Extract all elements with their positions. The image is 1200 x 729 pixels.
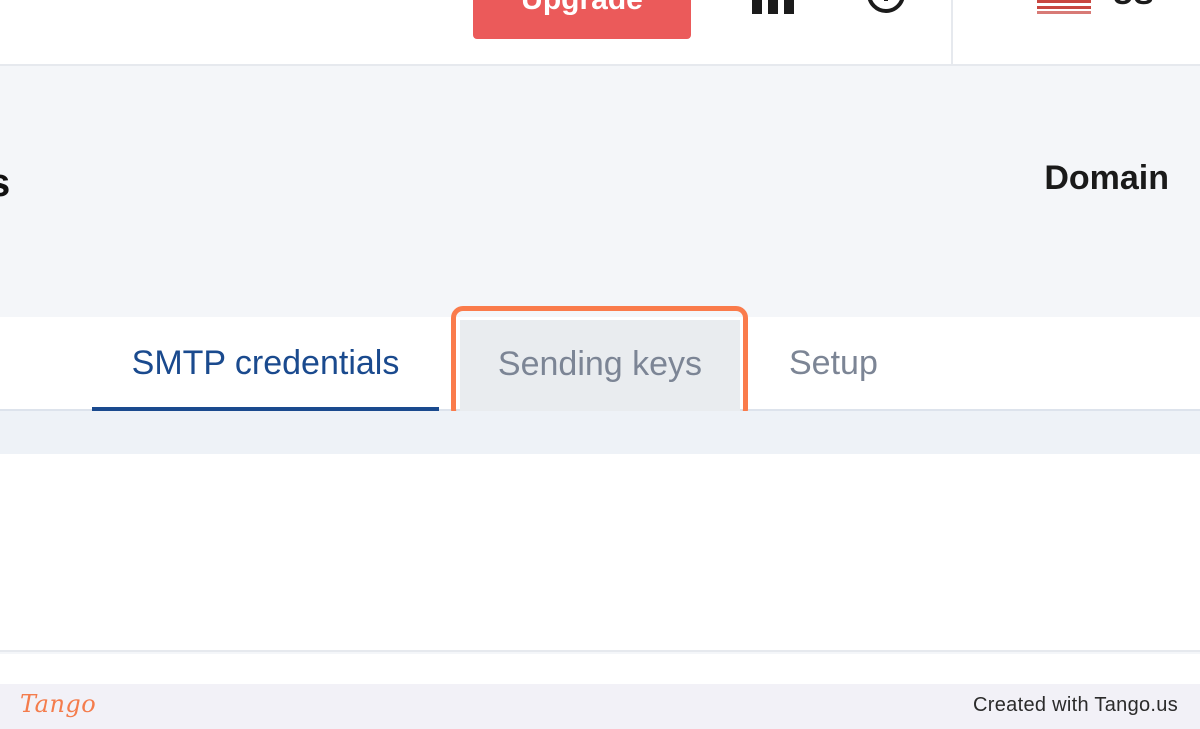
tab-smtp-credentials[interactable]: SMTP credentials — [92, 317, 439, 411]
tab-label: SMTP credentials — [131, 344, 400, 382]
tab-content-header — [0, 411, 1200, 454]
tango-footer: Tango Created with Tango.us — [0, 684, 1200, 729]
content-lower-area — [0, 654, 1200, 684]
grid-icon[interactable] — [752, 0, 796, 14]
app-frame: Upgrade US s Domain ds SMTP credentials … — [0, 0, 1200, 684]
domain-column-label: Domain — [1044, 159, 1169, 197]
created-with-text: Created with Tango.us — [973, 694, 1178, 716]
click-highlight-box — [451, 306, 748, 421]
page-title: s — [0, 160, 10, 206]
upgrade-button[interactable]: Upgrade — [473, 0, 691, 39]
tab-setup[interactable]: Setup — [789, 317, 878, 409]
top-navigation-bar: Upgrade US — [0, 0, 1200, 66]
header-divider — [951, 0, 953, 66]
region-label[interactable]: US — [1112, 0, 1154, 12]
us-flag-icon[interactable] — [1037, 0, 1091, 14]
tab-content-panel — [0, 454, 1200, 652]
tango-logo: Tango — [20, 690, 97, 718]
question-circle-icon[interactable] — [866, 0, 906, 14]
